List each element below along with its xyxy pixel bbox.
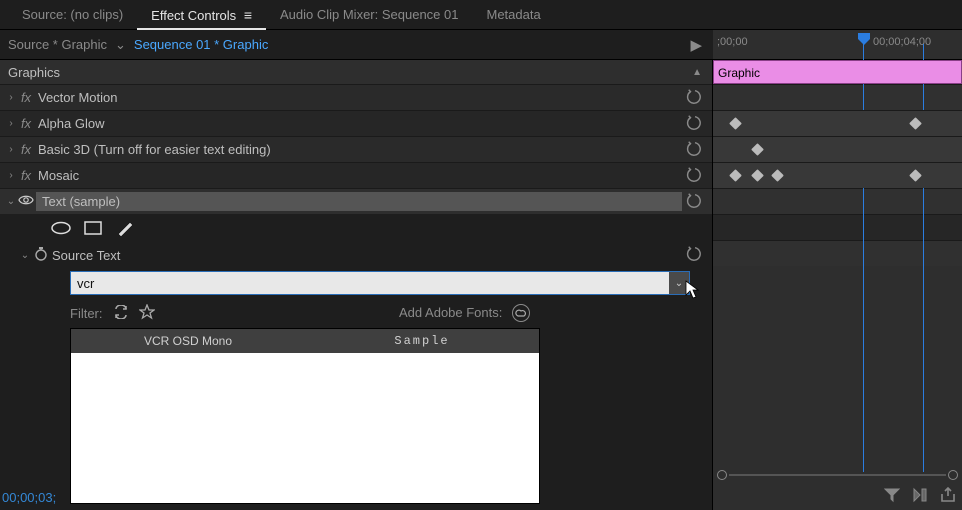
source-clip-label: Source * Graphic <box>8 37 107 52</box>
font-sample-cell: Sample <box>305 329 539 353</box>
twirl-icon[interactable]: ⌄ <box>6 196 16 207</box>
step-forward-icon[interactable] <box>912 487 928 506</box>
ellipse-mask-icon[interactable] <box>50 220 72 236</box>
visibility-eye-icon[interactable] <box>16 194 36 209</box>
effect-label: Basic 3D (Turn off for easier text editi… <box>36 142 271 157</box>
source-text-label: Source Text <box>52 248 120 263</box>
reset-icon[interactable] <box>686 114 704 135</box>
keyframe-icon[interactable] <box>909 169 922 182</box>
effect-label-selected: Text (sample) <box>36 192 682 211</box>
font-name-cell: VCR OSD Mono <box>71 329 305 353</box>
reset-icon[interactable] <box>686 192 704 213</box>
tab-effect-controls[interactable]: Effect Controls ≡ <box>137 0 266 30</box>
playhead-icon[interactable] <box>857 32 871 46</box>
font-search-field[interactable] <box>71 276 669 291</box>
twirl-icon[interactable]: › <box>6 118 16 129</box>
keyframe-icon[interactable] <box>751 143 764 156</box>
reset-icon[interactable] <box>686 166 704 187</box>
tab-metadata[interactable]: Metadata <box>472 0 554 30</box>
timeline-lane[interactable] <box>713 136 962 162</box>
tab-audio-mixer[interactable]: Audio Clip Mixer: Sequence 01 <box>266 0 473 30</box>
creative-cloud-icon <box>512 304 530 322</box>
ruler-tick-0: ;00;00 <box>717 36 748 48</box>
keyframe-icon[interactable] <box>729 169 742 182</box>
rectangle-mask-icon[interactable] <box>82 220 104 236</box>
keyframe-icon[interactable] <box>909 117 922 130</box>
pen-mask-icon[interactable] <box>114 220 136 236</box>
tab-effect-controls-label: Effect Controls <box>151 8 236 23</box>
effect-label: Alpha Glow <box>36 116 104 131</box>
effect-label: Mosaic <box>36 168 79 183</box>
tab-source[interactable]: Source: (no clips) <box>8 0 137 30</box>
effect-row-alpha-glow[interactable]: › fx Alpha Glow <box>0 110 712 136</box>
scroll-handle-left[interactable] <box>717 470 727 480</box>
font-dropdown-list: VCR OSD Mono Sample <box>70 328 540 504</box>
filter-sync-icon[interactable] <box>113 305 129 322</box>
mask-shape-row <box>0 214 712 242</box>
fx-badge-icon[interactable]: fx <box>16 142 36 157</box>
effect-row-text[interactable]: ⌄ Text (sample) <box>0 188 712 214</box>
timeline-lane[interactable] <box>713 110 962 136</box>
export-icon[interactable] <box>940 487 956 506</box>
play-icon[interactable]: ▶ <box>690 36 702 54</box>
scroll-handle-right[interactable] <box>948 470 958 480</box>
favorite-star-icon[interactable] <box>139 304 155 323</box>
font-list-body <box>71 353 539 503</box>
timeline-lane[interactable] <box>713 162 962 188</box>
cursor-icon <box>685 280 701 305</box>
fx-badge-icon[interactable]: fx <box>16 116 36 131</box>
playhead-line <box>863 44 864 472</box>
filter-funnel-icon[interactable] <box>884 487 900 506</box>
effect-label: Vector Motion <box>36 90 118 105</box>
group-header-label: Graphics <box>8 65 60 80</box>
effect-row-mosaic[interactable]: › fx Mosaic <box>0 162 712 188</box>
reset-icon[interactable] <box>686 88 704 109</box>
stopwatch-icon[interactable] <box>34 247 48 264</box>
twirl-icon[interactable]: ⌄ <box>20 250 30 261</box>
collapse-up-icon[interactable]: ▲ <box>692 67 702 78</box>
sequence-clip-label[interactable]: Sequence 01 * Graphic <box>134 37 268 52</box>
fx-badge-icon[interactable]: fx <box>16 168 36 183</box>
timeline-clip-graphic[interactable]: Graphic <box>713 60 962 84</box>
group-header-graphics[interactable]: Graphics ▲ <box>0 60 712 84</box>
timecode-display[interactable]: 00;00;03; <box>0 486 56 510</box>
panel-menu-icon[interactable]: ≡ <box>244 7 252 23</box>
effect-row-basic-3d[interactable]: › fx Basic 3D (Turn off for easier text … <box>0 136 712 162</box>
effect-row-vector-motion[interactable]: › fx Vector Motion <box>0 84 712 110</box>
keyframe-icon[interactable] <box>751 169 764 182</box>
filter-label: Filter: <box>70 306 103 321</box>
font-search-input[interactable]: ⌄ <box>70 271 690 295</box>
fx-badge-icon[interactable]: fx <box>16 90 36 105</box>
font-filter-row: Filter: Add Adobe Fonts: <box>0 298 540 328</box>
keyframe-icon[interactable] <box>729 117 742 130</box>
out-line <box>923 44 924 472</box>
timeline-scrollbar[interactable] <box>717 468 958 482</box>
timeline-clip-label: Graphic <box>718 66 760 80</box>
twirl-icon[interactable]: › <box>6 144 16 155</box>
add-adobe-fonts[interactable]: Add Adobe Fonts: <box>399 304 530 322</box>
keyframe-icon[interactable] <box>771 169 784 182</box>
twirl-icon[interactable]: › <box>6 92 16 103</box>
reset-icon[interactable] <box>686 245 704 266</box>
source-text-row[interactable]: ⌄ Source Text <box>0 242 712 268</box>
timeline-ruler[interactable]: ;00;00 00;00;04;00 <box>713 30 962 60</box>
reset-icon[interactable] <box>686 140 704 161</box>
scroll-track[interactable] <box>729 474 946 476</box>
font-list-row[interactable]: VCR OSD Mono Sample <box>71 329 539 353</box>
chevron-down-icon[interactable]: ⌄ <box>115 37 126 53</box>
add-adobe-fonts-label: Add Adobe Fonts: <box>399 305 502 320</box>
twirl-icon[interactable]: › <box>6 170 16 181</box>
